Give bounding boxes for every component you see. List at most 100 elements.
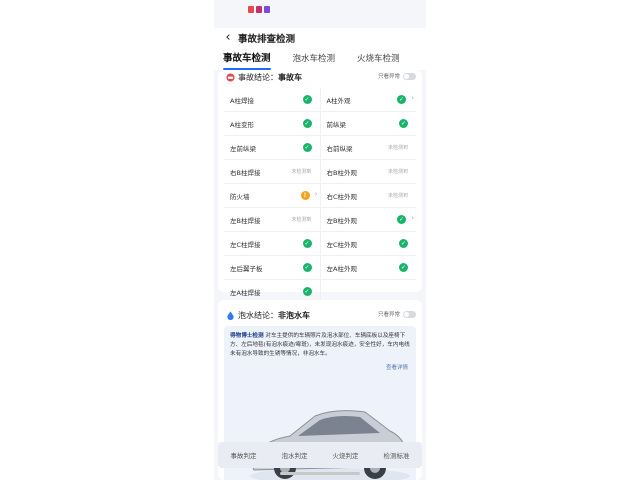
accident-item-label: 左A柱外观 — [326, 265, 357, 273]
not-detected-note: 未检测到 — [291, 217, 312, 223]
accident-row: 左C柱焊接 ✓ 左C柱外观 ✓ — [224, 232, 416, 256]
tab-flood[interactable]: 泡水车检测 — [293, 48, 336, 70]
water-drop-icon — [227, 311, 234, 320]
tab-accident[interactable]: 事故车检测 — [223, 48, 271, 70]
flood-filter-label: 只看异常 — [377, 312, 400, 318]
accident-item: 前纵梁 ✓ — [321, 112, 417, 135]
tab-bar: 事故车检测 泡水车检测 火烧车检测 — [214, 48, 426, 70]
chevron-right-icon: › — [411, 214, 414, 222]
accident-item-label: 前纵梁 — [326, 121, 347, 129]
check-icon: ✓ — [302, 287, 312, 296]
accident-item: 左A柱外观 ✓ — [321, 256, 417, 279]
not-detected-note: 未检测到 — [291, 169, 312, 175]
accident-item[interactable]: 防火墙! › — [224, 184, 321, 207]
flood-judgement-button[interactable]: 泡水判定 — [282, 450, 308, 460]
flood-header: 泡水结论：非泡水车 只看异常 — [218, 308, 422, 324]
check-icon: ✓ — [397, 215, 406, 224]
accident-item-label: 左A柱焊接 — [230, 289, 261, 297]
check-icon: ✓ — [397, 95, 406, 104]
flood-filter-toggle[interactable] — [403, 310, 416, 318]
accident-item: A柱焊接 ✓ — [224, 88, 321, 111]
flood-report-text: 得物博士检测 对车主提供的车辆照片及泡水部位、车辆底板以及座椅下方、左后地毯(有… — [230, 332, 410, 359]
view-details-link[interactable]: 查看详情 — [386, 363, 408, 371]
accident-filter: 只看异常 — [378, 72, 416, 80]
chevron-right-icon: › — [411, 94, 414, 102]
accident-item-label: 右C柱外观 — [326, 193, 358, 201]
fire-judgement-button[interactable]: 火烧判定 — [333, 450, 359, 460]
check-icon: ✓ — [302, 239, 312, 248]
accident-item-label: 左B柱外观 — [326, 217, 357, 225]
accident-row: 右B柱焊接 未检测到 右B柱外观 未检测到 — [224, 160, 416, 184]
accident-row: A柱变形 ✓ 前纵梁 ✓ — [224, 112, 416, 136]
phone-screen: ‹ 事故排查检测 事故车检测 泡水车检测 火烧车检测 事故结论：事故车 只看异常 — [214, 0, 426, 480]
warning-icon: ! — [300, 191, 310, 200]
accident-item[interactable]: A柱外观 ✓ › — [321, 88, 417, 111]
accident-item: 左B柱焊接 未检测到 — [224, 208, 321, 231]
accident-item: 左C柱外观 ✓ — [321, 232, 417, 255]
check-icon: ✓ — [399, 263, 408, 272]
not-detected-note: 未检测到 — [387, 169, 408, 175]
not-detected-note: 未检测到 — [387, 193, 408, 199]
flood-conclusion-value: 非泡水车 — [278, 311, 310, 320]
inspection-standard-button[interactable]: 检测标准 — [384, 450, 410, 460]
app-icon-red — [248, 6, 254, 13]
accident-row: 左B柱焊接 未检测到 左B柱外观 ✓ › — [224, 208, 416, 232]
check-icon: ✓ — [399, 239, 408, 248]
bottom-action-bar: 事故判定 泡水判定 火烧判定 检测标准 — [218, 442, 422, 468]
accident-filter-toggle[interactable] — [403, 72, 416, 80]
accident-row: A柱焊接 ✓ A柱外观 ✓ › — [224, 88, 416, 112]
accident-conclusion-value: 事故车 — [278, 73, 302, 82]
accident-item-label: 右前纵梁 — [326, 145, 353, 153]
accident-item-label: 右B柱外观 — [326, 169, 357, 177]
check-icon: ✓ — [302, 143, 312, 152]
accident-item: 左后翼子板 ✓ — [224, 256, 321, 279]
flood-filter: 只看异常 — [378, 310, 416, 318]
flood-conclusion-label: 泡水结论： — [238, 311, 278, 320]
accident-item: 左前纵梁 ✓ — [224, 136, 321, 159]
app-icon-magenta — [256, 6, 262, 13]
accident-item: A柱变形 ✓ — [224, 112, 321, 135]
back-icon[interactable]: ‹ — [220, 30, 236, 46]
accident-header: 事故结论：事故车 只看异常 — [218, 70, 422, 86]
accident-item-label: 左C柱外观 — [326, 241, 358, 249]
accident-item: 右B柱焊接 未检测到 — [224, 160, 321, 183]
accident-row: 左后翼子板 ✓ 左A柱外观 ✓ — [224, 256, 416, 280]
flood-report-brand: 得物博士检测 — [230, 333, 264, 339]
check-icon: ✓ — [399, 119, 408, 128]
nav-bar: ‹ 事故排查检测 — [214, 28, 426, 48]
accident-filter-label: 只看异常 — [377, 74, 400, 80]
accident-conclusion-label: 事故结论： — [238, 73, 278, 82]
accident-card: 事故结论：事故车 只看异常 A柱焊接 ✓ A柱外观 ✓ › A柱变形 ✓ 前纵梁 ✓ 左前纵梁 ✓ 右… — [218, 70, 422, 304]
not-detected-note: 未检测到 — [387, 145, 408, 151]
accident-judgement-button[interactable]: 事故判定 — [231, 450, 257, 460]
tab-accident-label: 事故车检测 — [223, 53, 271, 64]
toggle-knob — [404, 73, 409, 79]
accident-item-label: 右B柱焊接 — [230, 169, 261, 177]
accident-item-label: 防火墙 — [230, 193, 250, 201]
accident-item-label: 左B柱焊接 — [230, 217, 261, 225]
accident-item-label: A柱变形 — [230, 121, 254, 129]
tab-flood-label: 泡水车检测 — [292, 54, 336, 64]
car-crash-icon — [226, 73, 235, 82]
accident-row: 左前纵梁 ✓ 右前纵梁 未检测到 — [224, 136, 416, 160]
accident-item-label: 左后翼子板 — [230, 265, 263, 273]
app-icon-purple — [264, 6, 270, 13]
accident-item: 左C柱焊接 ✓ — [224, 232, 321, 255]
accident-item: 右C柱外观 未检测到 — [321, 184, 417, 207]
accident-item-label: A柱外观 — [326, 97, 351, 105]
tab-fire-label: 火烧车检测 — [357, 54, 400, 64]
toggle-knob — [404, 311, 409, 317]
page-title: 事故排查检测 — [238, 34, 296, 45]
home-indicator[interactable] — [280, 472, 360, 475]
accident-item-label: A柱焊接 — [230, 97, 254, 105]
accident-item[interactable]: 左B柱外观 ✓ › — [321, 208, 417, 231]
accident-item-label: 左C柱焊接 — [230, 241, 261, 249]
check-icon: ✓ — [302, 119, 312, 128]
accident-item: 右前纵梁 未检测到 — [321, 136, 417, 159]
tab-fire[interactable]: 火烧车检测 — [357, 48, 400, 70]
accident-row: 防火墙! › 右C柱外观 未检测到 — [224, 184, 416, 208]
accident-conclusion: 事故结论：事故车 — [238, 71, 302, 85]
flood-conclusion: 泡水结论：非泡水车 — [238, 309, 310, 323]
status-bar — [248, 6, 270, 13]
check-icon: ✓ — [302, 95, 312, 104]
